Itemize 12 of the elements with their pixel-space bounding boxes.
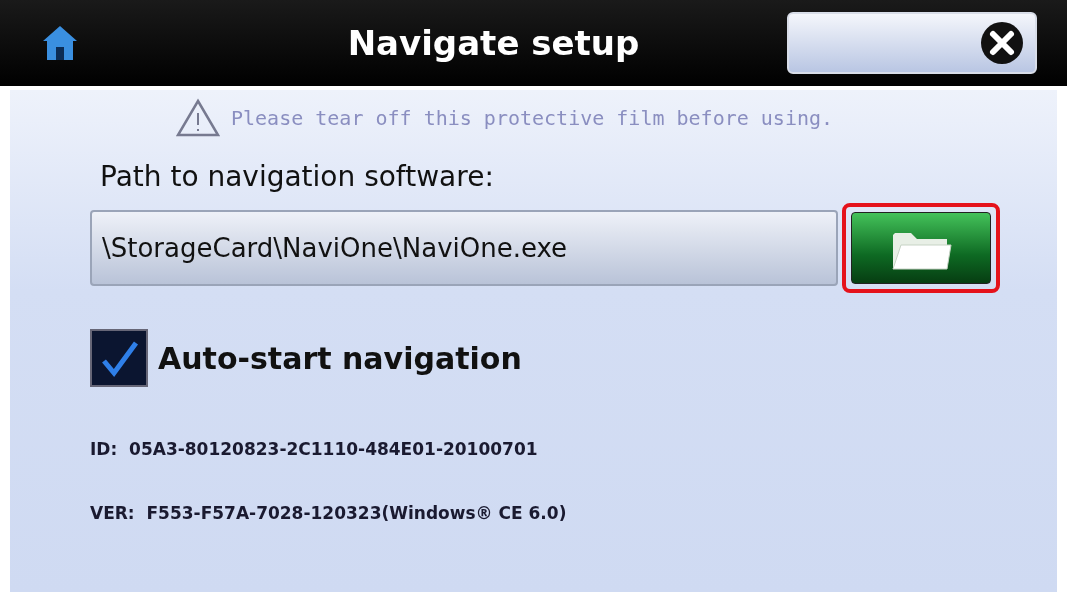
path-label: Path to navigation software:: [100, 160, 495, 193]
close-icon: [979, 20, 1025, 66]
info-text: VER: F553-F57A-7028-120323(Windows® CE 6.0): [90, 503, 568, 523]
info-text: ID: 05A3-80120823-2C1110-484E01-20100701: [90, 439, 539, 459]
notice-text: Please tear off this protective film before using.: [231, 106, 834, 130]
checkbox[interactable]: [90, 329, 148, 387]
path-field[interactable]: \StorageCard\NaviOne\NaviOne.exe: [90, 210, 838, 286]
browse-button[interactable]: [851, 212, 991, 284]
close-button[interactable]: [787, 12, 1037, 74]
window-title: Navigate setup: [346, 23, 641, 63]
warning-icon: [175, 98, 221, 138]
checkbox-label: Auto-start navigation: [158, 340, 522, 376]
